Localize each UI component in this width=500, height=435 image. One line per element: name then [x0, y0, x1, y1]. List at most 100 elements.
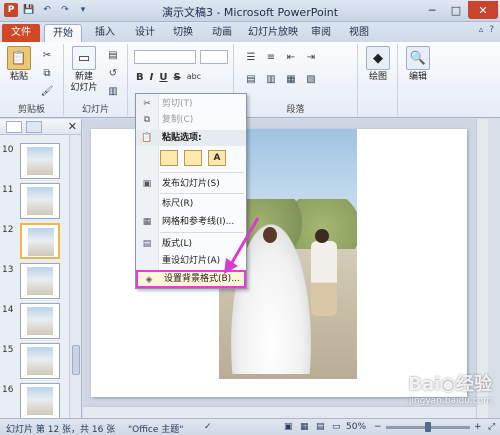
slides-tab-icon[interactable] — [6, 121, 22, 133]
scrollbar-thumb[interactable] — [72, 345, 80, 375]
paragraph-group: ☰ ≡ ⇤ ⇥ ▤ ▥ ▦ ▧ 段落 — [234, 44, 358, 116]
drawing-label: 绘图 — [368, 72, 387, 82]
editing-group: 🔍 编辑 — [398, 44, 438, 116]
thumbnail-image — [20, 263, 60, 299]
grid-icon: ▦ — [142, 217, 152, 227]
title-bar: P 💾 ↶ ↷ ▾ 演示文稿3 - Microsoft PowerPoint ─… — [0, 0, 500, 22]
spell-check-icon[interactable]: ✓ — [204, 422, 212, 432]
tab-animations[interactable]: 动画 — [205, 24, 239, 42]
increase-indent-icon[interactable]: ⇥ — [304, 50, 318, 64]
tab-file[interactable]: 文件 — [2, 24, 40, 42]
copy-icon: ⧉ — [143, 115, 151, 125]
shadow-button[interactable]: abc — [187, 72, 201, 83]
minimize-ribbon-icon[interactable]: ▵ — [479, 25, 484, 35]
zoom-out-icon[interactable]: − — [374, 422, 382, 432]
zoom-level[interactable]: 50% — [346, 422, 366, 432]
format-painter-icon[interactable]: 🖌 — [40, 84, 54, 98]
minimize-button[interactable]: ─ — [420, 1, 444, 19]
tab-design[interactable]: 设计 — [128, 24, 162, 42]
help-icon[interactable]: ? — [489, 25, 494, 35]
slide-sorter-icon[interactable]: ▦ — [300, 422, 309, 432]
slideshow-icon[interactable]: ▭ — [332, 422, 341, 432]
tab-slideshow[interactable]: 幻灯片放映 — [242, 24, 304, 42]
new-slide-label-2: 幻灯片 — [70, 83, 98, 93]
italic-button[interactable]: I — [150, 72, 154, 83]
normal-view-icon[interactable]: ▣ — [284, 422, 293, 432]
slide-thumbnail[interactable]: 10 — [0, 143, 68, 181]
close-button[interactable]: ✕ — [468, 1, 498, 19]
format-background-icon: ◈ — [145, 275, 153, 285]
tab-view[interactable]: 视图 — [344, 24, 374, 42]
clipboard-group-label: 剪贴板 — [17, 105, 45, 115]
reading-view-icon[interactable]: ▤ — [316, 422, 325, 432]
menu-item-label: 复制(C) — [162, 115, 194, 125]
slide-thumbnail-selected[interactable]: 12 — [0, 223, 68, 261]
menu-item-cut[interactable]: ✂ 剪切(T) — [136, 96, 246, 112]
tab-home[interactable]: 开始 — [44, 24, 82, 42]
paste-button[interactable]: 📋 粘贴 — [4, 46, 34, 83]
menu-item-publish-slides[interactable]: ▣ 发布幻灯片(S) — [136, 176, 246, 192]
new-slide-icon: ▭ — [72, 46, 96, 70]
window-controls: ─ □ ✕ — [420, 1, 498, 19]
slide-info: 幻灯片 第 12 张，共 16 张 — [6, 425, 116, 435]
align-center-icon[interactable]: ▥ — [264, 72, 278, 86]
theme-name[interactable]: "Office 主题" — [128, 422, 183, 435]
baidu-watermark: Bai◉经验 jingyan.baidu.com — [408, 370, 492, 406]
align-left-icon[interactable]: ▤ — [244, 72, 258, 86]
tab-review[interactable]: 审阅 — [306, 24, 336, 42]
cut-icon[interactable]: ✂ — [40, 48, 54, 62]
slide-pane-scrollbar[interactable] — [69, 135, 81, 418]
publish-icon: ▣ — [142, 179, 152, 189]
zoom-in-icon[interactable]: + — [474, 422, 482, 432]
menu-item-label: 剪切(T) — [162, 99, 193, 109]
thumbnail-image — [20, 383, 60, 419]
reset-icon[interactable]: ↺ — [106, 66, 120, 80]
slide-thumbnail[interactable]: 15 — [0, 343, 68, 381]
underline-button[interactable]: U — [159, 72, 167, 83]
section-icon[interactable]: ▥ — [106, 84, 120, 98]
copy-icon[interactable]: ⧉ — [40, 66, 54, 80]
slide-thumbnail[interactable]: 14 — [0, 303, 68, 341]
tab-transitions[interactable]: 切换 — [166, 24, 200, 42]
drawing-button[interactable]: ◆ 绘图 — [364, 46, 392, 83]
fit-to-window-icon[interactable]: ⤢ — [488, 422, 495, 432]
decrease-indent-icon[interactable]: ⇤ — [284, 50, 298, 64]
paste-options-header: 📋 粘贴选项: — [136, 130, 246, 146]
slide-thumbnail[interactable]: 11 — [0, 183, 68, 221]
slide-number: 12 — [2, 225, 14, 235]
slide-number: 15 — [2, 345, 14, 355]
menu-item-ruler[interactable]: 标尺(R) — [136, 196, 246, 212]
paste-picture-button[interactable] — [184, 150, 202, 166]
tab-insert[interactable]: 插入 — [88, 24, 122, 42]
slide-thumbnail[interactable]: 16 — [0, 383, 68, 421]
menu-item-label: 粘贴选项: — [162, 133, 202, 143]
slide-horizontal-scrollbar[interactable] — [83, 406, 476, 418]
scissors-icon: ✂ — [143, 99, 151, 109]
menu-item-copy[interactable]: ⧉ 复制(C) — [136, 112, 246, 128]
font-size-box[interactable] — [200, 50, 228, 64]
maximize-button[interactable]: □ — [444, 1, 468, 19]
annotation-arrow-icon — [224, 217, 260, 274]
outline-tab-icon[interactable] — [26, 121, 42, 133]
baidu-logo: Bai◉经验 — [408, 374, 492, 395]
paste-keep-text-only-button[interactable]: A — [208, 150, 226, 166]
clipboard-icon: 📋 — [141, 133, 153, 143]
paste-label: 粘贴 — [9, 72, 28, 82]
align-right-icon[interactable]: ▦ — [284, 72, 298, 86]
paste-use-destination-theme-button[interactable] — [160, 150, 178, 166]
numbering-icon[interactable]: ≡ — [264, 50, 278, 64]
editing-button[interactable]: 🔍 编辑 — [404, 46, 432, 83]
slide-thumbnail[interactable]: 13 — [0, 263, 68, 301]
close-pane-icon[interactable]: ✕ — [68, 120, 77, 133]
slide-number: 16 — [2, 385, 14, 395]
strikethrough-button[interactable]: S — [173, 72, 180, 83]
thumbnail-image — [20, 343, 60, 379]
bold-button[interactable]: B — [136, 72, 144, 83]
zoom-slider-knob[interactable] — [425, 422, 431, 432]
layout-icon[interactable]: ▤ — [106, 48, 120, 62]
font-name-box[interactable] — [134, 50, 196, 64]
paragraph-group-label: 段落 — [286, 105, 305, 115]
justify-icon[interactable]: ▧ — [304, 72, 318, 86]
bullets-icon[interactable]: ☰ — [244, 50, 258, 64]
new-slide-button[interactable]: ▭ 新建 幻灯片 — [66, 46, 102, 94]
